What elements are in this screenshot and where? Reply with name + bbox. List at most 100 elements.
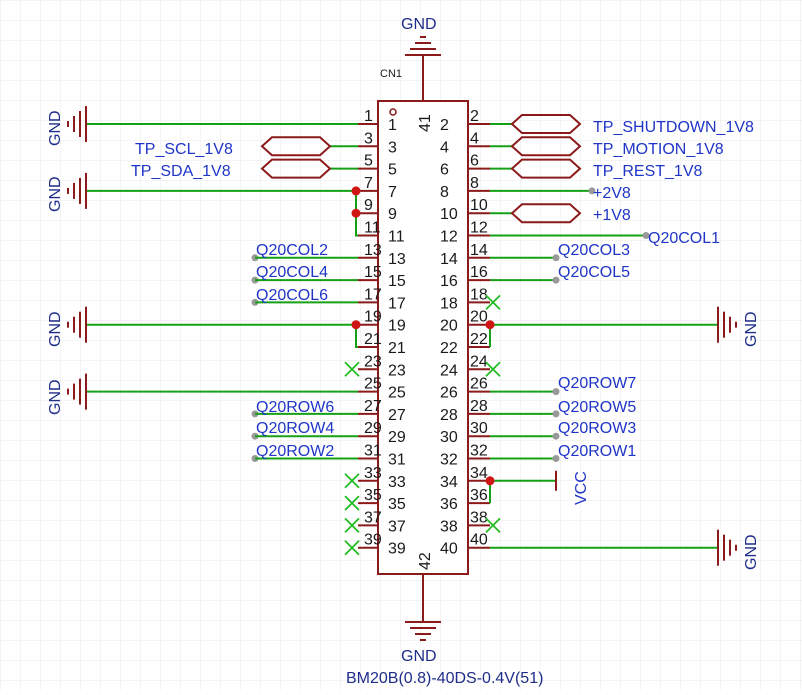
pin-number-inner-34: 34	[440, 474, 458, 491]
net-label-vcc: VCC	[573, 471, 590, 505]
pin-number-inner-24: 24	[440, 362, 458, 379]
net-label-q20col2: Q20COL2	[256, 242, 328, 259]
net-label-tp-rest: TP_REST_1V8	[593, 163, 702, 180]
pin-number-inner-37: 37	[388, 518, 406, 535]
net-label-q20col4: Q20COL4	[256, 264, 328, 281]
gnd-label-bottom: GND	[401, 648, 437, 665]
gnd-label-left-3: GND	[47, 311, 64, 347]
pin-number-outer-35: 35	[364, 487, 382, 504]
pin-number-inner-35: 35	[388, 496, 406, 513]
pin-number-outer-36: 36	[470, 487, 488, 504]
net-label-q20row5: Q20ROW5	[558, 399, 636, 416]
pin-number-outer-2: 2	[470, 108, 479, 125]
net-label-tp-motion: TP_MOTION_1V8	[593, 141, 724, 158]
pin-number-outer-1: 1	[364, 108, 373, 125]
junction-pin20	[485, 320, 495, 330]
pin-number-inner-3: 3	[388, 139, 397, 156]
pin-number-outer-25: 25	[364, 376, 382, 393]
pin-number-inner-19: 19	[388, 318, 406, 335]
pin-number-outer-13: 13	[364, 242, 382, 259]
pin-number-inner-2: 2	[440, 117, 449, 134]
pin-number-inner-20: 20	[440, 318, 458, 335]
pin-number-inner-25: 25	[388, 385, 406, 402]
net-label-tp-sda: TP_SDA_1V8	[131, 163, 231, 180]
pin-number-outer-39: 39	[364, 532, 382, 549]
pin-number-inner-26: 26	[440, 385, 458, 402]
net-label-q20col3: Q20COL3	[558, 242, 630, 259]
net-label-2v8: +2V8	[593, 185, 631, 202]
pin-number-outer-23: 23	[364, 353, 382, 370]
pin-number-inner-14: 14	[440, 251, 458, 268]
schematic-svg: GND CN1 41 GND BM20B(0.8)-40DS-0.4V(51) …	[0, 0, 802, 690]
pin-number-inner-29: 29	[388, 429, 406, 446]
pin-number-inner-7: 7	[388, 184, 397, 201]
pin-number-inner-12: 12	[440, 229, 458, 246]
pin-number-outer-10: 10	[470, 197, 488, 214]
net-label-q20row3: Q20ROW3	[558, 420, 636, 437]
net-label-1v8: +1V8	[593, 207, 631, 224]
pin-number-inner-40: 40	[440, 541, 458, 558]
pin-number-outer-8: 8	[470, 175, 479, 192]
pin-number-inner-16: 16	[440, 273, 458, 290]
pin-number-outer-12: 12	[470, 220, 488, 237]
pin-number-inner-38: 38	[440, 518, 458, 535]
pin-number-inner-13: 13	[388, 251, 406, 268]
pin-number-outer-37: 37	[364, 509, 382, 526]
pin-number-outer-31: 31	[364, 443, 382, 460]
pin-number-inner-6: 6	[440, 162, 449, 179]
pin-number-inner-21: 21	[388, 340, 406, 357]
part-number-label: BM20B(0.8)-40DS-0.4V(51)	[346, 670, 543, 687]
pin-number-inner-28: 28	[440, 407, 458, 424]
pin-number-inner-39: 39	[388, 541, 406, 558]
pin-number-outer-24: 24	[470, 353, 488, 370]
gnd-label-top: GND	[401, 16, 437, 33]
pin-number-outer-19: 19	[364, 309, 382, 326]
pin-number-outer-18: 18	[470, 286, 488, 303]
junction-pin9	[351, 208, 361, 218]
net-label-q20row2: Q20ROW2	[256, 443, 334, 460]
pin-number-outer-20: 20	[470, 309, 488, 326]
gnd-label-left-1: GND	[47, 110, 64, 146]
pin-number-inner-31: 31	[388, 452, 406, 469]
net-label-q20row4: Q20ROW4	[256, 420, 334, 437]
pin-number-inner-36: 36	[440, 496, 458, 513]
pin-number-inner-32: 32	[440, 452, 458, 469]
pin-number-outer-28: 28	[470, 398, 488, 415]
pin-number-outer-4: 4	[470, 130, 479, 147]
pin-number-outer-7: 7	[364, 175, 373, 192]
pin-number-inner-17: 17	[388, 295, 406, 312]
pin-number-outer-6: 6	[470, 153, 479, 170]
pin-number-inner-22: 22	[440, 340, 458, 357]
pin-number-inner-30: 30	[440, 429, 458, 446]
pin-42-number: 42	[417, 552, 434, 570]
schematic-canvas: GND CN1 41 GND BM20B(0.8)-40DS-0.4V(51) …	[0, 0, 802, 690]
pin-number-outer-5: 5	[364, 153, 373, 170]
pin-number-inner-18: 18	[440, 295, 458, 312]
pin-number-inner-15: 15	[388, 273, 406, 290]
junction-pin34	[485, 476, 495, 486]
pin-number-outer-9: 9	[364, 197, 373, 214]
net-label-q20row7: Q20ROW7	[558, 375, 636, 392]
gnd-label-left-2: GND	[47, 176, 64, 212]
pin-number-outer-33: 33	[364, 465, 382, 482]
pin-number-inner-27: 27	[388, 407, 406, 424]
pin-number-outer-26: 26	[470, 376, 488, 393]
pin-number-outer-40: 40	[470, 532, 488, 549]
pin-number-outer-38: 38	[470, 509, 488, 526]
pin-number-outer-22: 22	[470, 331, 488, 348]
pin-number-outer-15: 15	[364, 264, 382, 281]
net-label-q20col5: Q20COL5	[558, 264, 630, 281]
pin-number-outer-17: 17	[364, 286, 382, 303]
gnd-label-left-4: GND	[47, 379, 64, 415]
junction-pin19	[351, 320, 361, 330]
gnd-label-right-1: GND	[743, 311, 760, 347]
pin-number-inner-10: 10	[440, 206, 458, 223]
pin-number-inner-8: 8	[440, 184, 449, 201]
pin-number-outer-16: 16	[470, 264, 488, 281]
pin-number-outer-34: 34	[470, 465, 488, 482]
pin-number-outer-29: 29	[364, 420, 382, 437]
net-label-q20col6: Q20COL6	[256, 287, 328, 304]
pin-number-outer-14: 14	[470, 242, 488, 259]
pin-number-inner-9: 9	[388, 206, 397, 223]
pin-number-inner-33: 33	[388, 474, 406, 491]
